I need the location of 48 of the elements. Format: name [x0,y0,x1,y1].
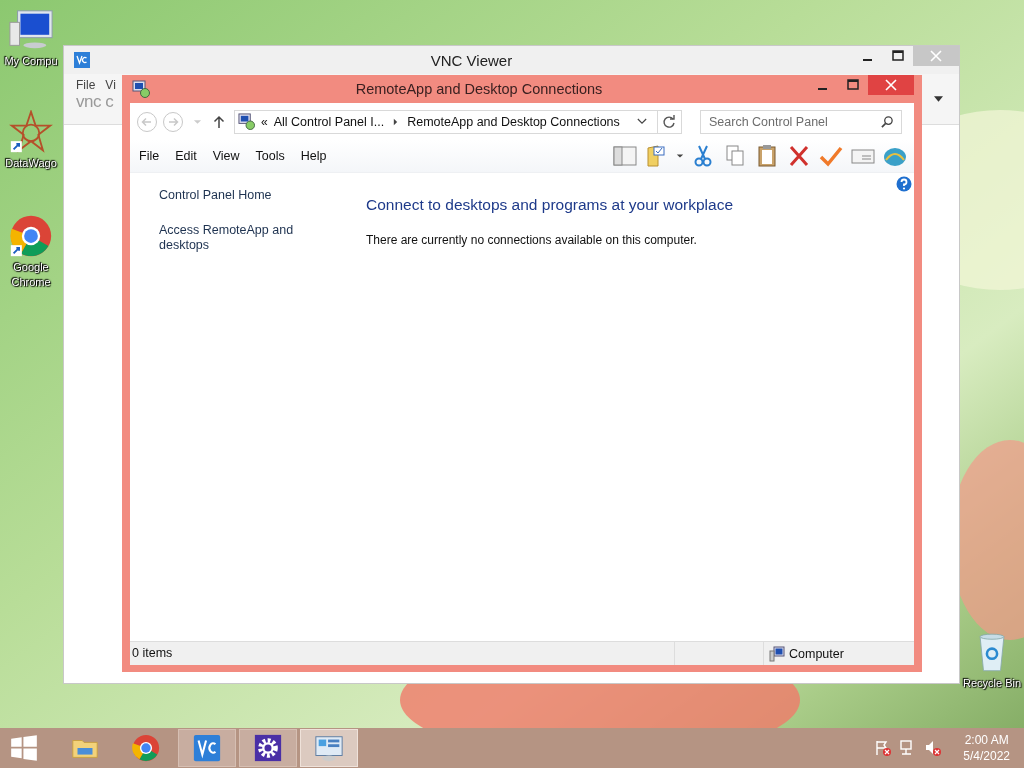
menu-item[interactable]: Vi [105,78,116,92]
clock-time: 2:00 AM [964,732,1009,748]
menu-item[interactable]: File [76,78,96,92]
taskbar-button[interactable] [178,729,236,767]
control-panel-icon [314,733,344,763]
chrome-icon[interactable] [8,214,54,258]
help-icon[interactable] [896,176,912,192]
taskbar-button[interactable] [239,729,297,767]
muted-volume-icon[interactable] [924,739,943,757]
clock-date: 5/4/2022 [963,748,1010,764]
menu-item[interactable]: File [139,149,160,163]
checkmark-icon[interactable] [818,144,844,168]
menu-item[interactable]: Help [300,149,327,163]
up-arrow-icon[interactable] [213,114,225,129]
window-title: RemoteApp and Desktop Connections [354,81,604,97]
window-title: VNC Viewer [429,51,514,69]
chevron-icon[interactable] [393,117,399,126]
layout-pane-icon[interactable] [612,144,638,168]
vnc-app-icon [74,52,90,68]
star-pattern-icon[interactable] [8,110,54,154]
status-message: There are currently no connections available on this computer. [366,233,698,247]
menu-item[interactable]: Edit [175,149,197,163]
zone-label: Computer [789,646,844,661]
windows-start-button[interactable] [10,734,38,762]
remote-desktop-icon [238,113,255,130]
gear-icon [253,733,283,763]
search-icon[interactable] [881,114,894,128]
page-heading: Connect to desktops and programs at your workplace [366,196,734,214]
close-button[interactable] [868,75,914,95]
vnc-app-icon [192,733,222,763]
breadcrumb-item[interactable]: RemoteApp and Desktop Connections [407,114,620,129]
sidebar-link[interactable]: Access RemoteApp and desktops [159,223,309,253]
action-center-flag-icon[interactable] [874,739,893,757]
vnc-logo: vnc c [76,92,115,112]
search-field[interactable]: Search Control Panel [700,109,902,134]
computer-icon [769,645,785,662]
menu-item[interactable]: Tools [255,149,285,163]
chrome-icon [131,733,161,763]
sidebar-link[interactable]: Control Panel Home [159,188,309,203]
breadcrumb-item[interactable]: All Control Panel I... [273,114,385,129]
dropdown-caret-icon[interactable] [637,118,647,125]
item-count: 0 items [130,642,675,665]
remote-desktop-icon [132,80,150,98]
caret-icon[interactable] [934,96,943,102]
address-bar[interactable]: « All Control Panel I... RemoteApp and Desktop Connections [234,109,682,134]
overflow-chevron[interactable]: « [261,114,268,129]
menu-item[interactable]: View [212,149,240,163]
dropdown-caret-icon[interactable] [676,153,684,159]
